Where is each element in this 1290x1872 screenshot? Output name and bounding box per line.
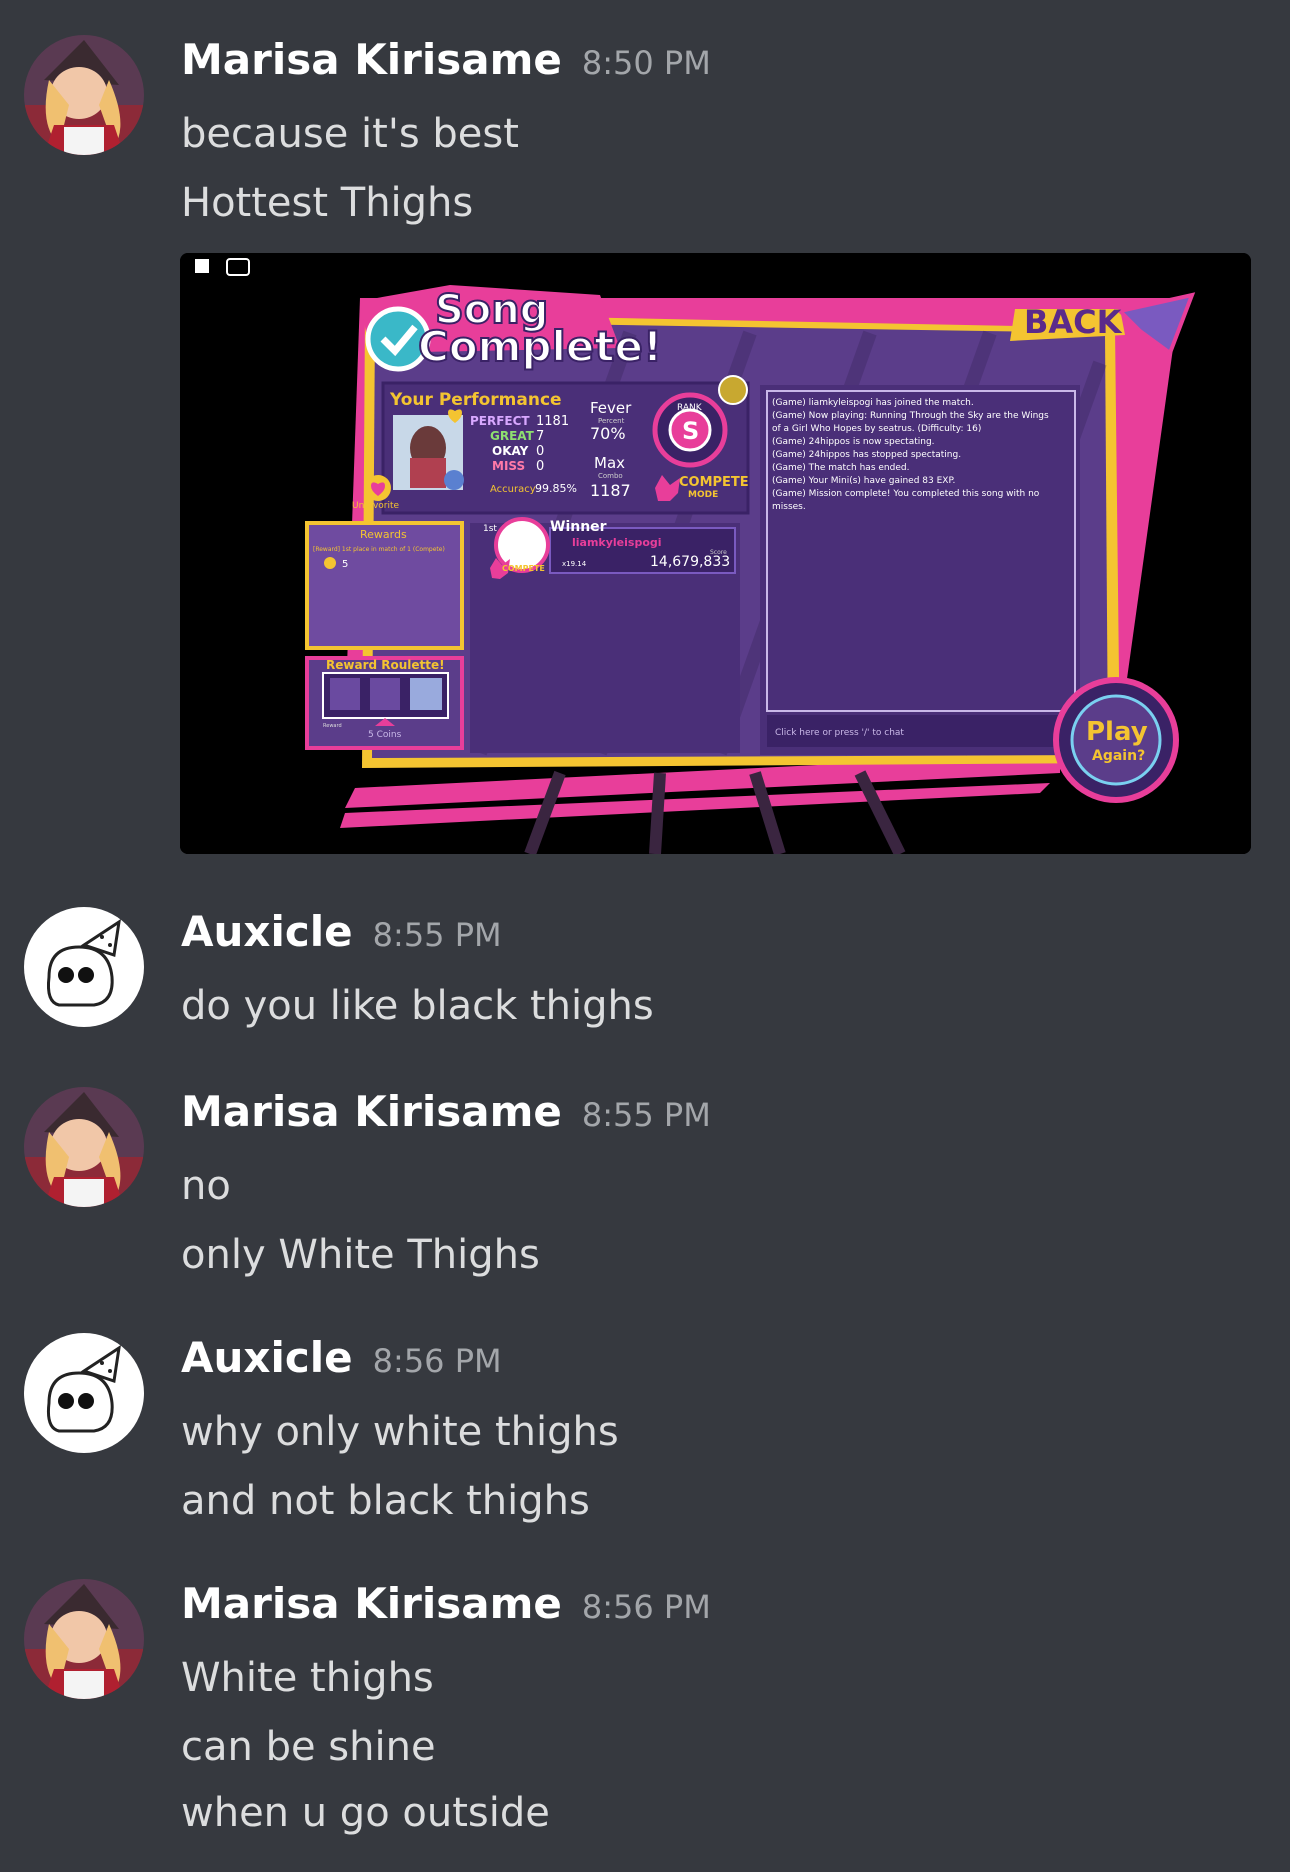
svg-text:OKAY: OKAY — [492, 444, 529, 458]
svg-text:1187: 1187 — [590, 481, 631, 500]
avatar-marisa[interactable] — [24, 1579, 144, 1699]
image-attachment[interactable]: Song Complete! BACK Your Performance PER… — [180, 253, 1251, 854]
svg-text:(Game) 24hippos has stopped sp: (Game) 24hippos has stopped spectating. — [772, 450, 961, 460]
message-text: and not black thighs — [181, 1478, 590, 1524]
username[interactable]: Marisa Kirisame — [181, 35, 562, 84]
svg-text:(Game) Mission complete! You c: (Game) Mission complete! You completed t… — [772, 489, 1040, 499]
svg-text:Reward Roulette!: Reward Roulette! — [326, 658, 445, 672]
timestamp: 8:55 PM — [372, 916, 502, 954]
message-text: no — [181, 1163, 231, 1209]
svg-text:of a Girl Who Hopes by seatrus: of a Girl Who Hopes by seatrus. (Difficu… — [772, 424, 981, 434]
svg-text:Fever: Fever — [590, 399, 632, 417]
svg-text:5: 5 — [342, 559, 348, 570]
username[interactable]: Marisa Kirisame — [181, 1579, 562, 1628]
svg-text:(Game) Now playing: Running Th: (Game) Now playing: Running Through the … — [772, 411, 1049, 421]
message-text: when u go outside — [181, 1790, 550, 1836]
avatar-auxicle[interactable] — [24, 907, 144, 1027]
svg-text:S: S — [682, 417, 699, 445]
svg-text:MODE: MODE — [688, 490, 718, 500]
title-line2: Complete! — [418, 322, 662, 371]
svg-text:Max: Max — [594, 454, 625, 472]
svg-text:x19.14: x19.14 — [562, 560, 587, 568]
svg-text:RANK: RANK — [677, 403, 703, 413]
svg-text:Winner: Winner — [550, 519, 607, 535]
svg-text:Click here or press '/' to cha: Click here or press '/' to chat — [775, 728, 904, 738]
svg-text:(Game) Your Mini(s) have gaine: (Game) Your Mini(s) have gained 83 EXP. — [772, 476, 955, 486]
marisa-avatar-image — [24, 1087, 144, 1207]
svg-text:14,679,833: 14,679,833 — [650, 554, 730, 570]
svg-text:(Game) The match has ended.: (Game) The match has ended. — [772, 463, 909, 473]
svg-text:PERFECT: PERFECT — [470, 414, 530, 428]
your-performance-label: Your Performance — [389, 390, 562, 410]
svg-text:liamkyleispogi: liamkyleispogi — [572, 536, 662, 549]
game-screenshot: Song Complete! BACK Your Performance PER… — [180, 253, 1251, 854]
svg-text:0: 0 — [536, 444, 544, 459]
svg-text:1181: 1181 — [536, 414, 569, 429]
svg-text:COMPETE: COMPETE — [679, 475, 749, 490]
svg-text:COMPETE: COMPETE — [502, 564, 545, 573]
svg-text:misses.: misses. — [772, 502, 806, 512]
svg-text:1st: 1st — [483, 524, 497, 534]
marisa-avatar-image — [24, 1579, 144, 1699]
svg-text:Play: Play — [1086, 717, 1148, 747]
username[interactable]: Marisa Kirisame — [181, 1087, 562, 1136]
svg-text:Unfavorite: Unfavorite — [352, 501, 400, 511]
svg-text:99.85%: 99.85% — [535, 482, 577, 495]
message-text: only White Thighs — [181, 1232, 540, 1278]
message-text: White thighs — [181, 1655, 434, 1701]
auxicle-avatar-image — [24, 907, 144, 1027]
timestamp: 8:50 PM — [581, 44, 711, 82]
message-text: why only white thighs — [181, 1409, 619, 1455]
timestamp: 8:55 PM — [581, 1096, 711, 1134]
svg-text:Rewards: Rewards — [360, 528, 407, 541]
svg-text:Again?: Again? — [1092, 748, 1145, 764]
marisa-avatar-image — [24, 35, 144, 155]
avatar-auxicle[interactable] — [24, 1333, 144, 1453]
roblox-icon — [195, 259, 209, 273]
svg-text:Combo: Combo — [598, 472, 623, 480]
svg-text:0: 0 — [536, 459, 544, 474]
svg-text:MISS: MISS — [492, 459, 525, 473]
username[interactable]: Auxicle — [181, 907, 353, 956]
timestamp: 8:56 PM — [581, 1588, 711, 1626]
svg-text:[Reward] 1st place in match of: [Reward] 1st place in match of 1 (Compet… — [313, 546, 445, 553]
username[interactable]: Auxicle — [181, 1333, 353, 1382]
svg-text:70%: 70% — [590, 424, 626, 443]
svg-text:7: 7 — [536, 429, 544, 444]
svg-text:5 Coins: 5 Coins — [368, 730, 402, 740]
svg-text:Reward: Reward — [323, 723, 342, 729]
message-text: Hottest Thighs — [181, 180, 474, 226]
message-text: can be shine — [181, 1724, 436, 1770]
svg-text:(Game) liamkyleispogi has join: (Game) liamkyleispogi has joined the mat… — [772, 398, 974, 408]
message-text: do you like black thighs — [181, 983, 654, 1029]
timestamp: 8:56 PM — [372, 1342, 502, 1380]
avatar-marisa[interactable] — [24, 35, 144, 155]
avatar-marisa[interactable] — [24, 1087, 144, 1207]
auxicle-avatar-image — [24, 1333, 144, 1453]
svg-text:(Game) 24hippos is now spectat: (Game) 24hippos is now spectating. — [772, 437, 935, 447]
message-text: because it's best — [181, 111, 519, 157]
back-label: BACK — [1024, 303, 1123, 341]
svg-text:GREAT: GREAT — [490, 429, 535, 443]
svg-text:Accuracy: Accuracy — [490, 484, 536, 495]
